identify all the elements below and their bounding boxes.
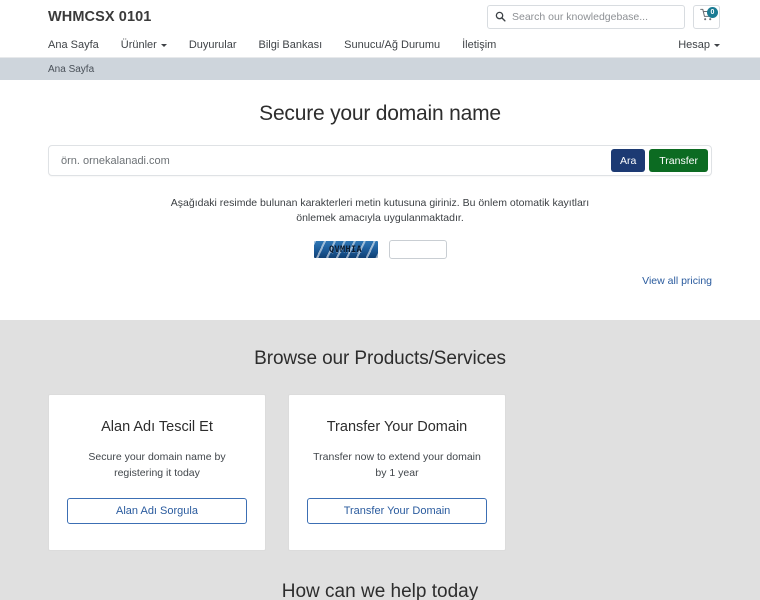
captcha-row: QVMHIA — [48, 240, 712, 259]
product-cards-container: Alan Adı Tescil Et Secure your domain na… — [48, 394, 712, 551]
nav-item-urunler[interactable]: Ürünler — [121, 39, 178, 51]
captcha-image: QVMHIA — [313, 241, 378, 258]
top-header: WHMCSX 0101 0 — [0, 0, 760, 33]
knowledgebase-search-box[interactable] — [487, 4, 685, 29]
transfer-your-domain-button[interactable]: Transfer Your Domain — [307, 498, 487, 524]
nav-item-label: Sunucu/Ağ Durumu — [344, 39, 441, 51]
product-card-title: Transfer Your Domain — [326, 419, 468, 435]
domain-transfer-button[interactable]: Transfer — [649, 149, 708, 172]
nav-item-label: Bilgi Bankası — [258, 39, 323, 51]
site-brand-logo[interactable]: WHMCSX 0101 — [48, 9, 151, 25]
shopping-cart-button[interactable]: 0 — [693, 4, 720, 29]
search-icon — [495, 11, 506, 22]
nav-item-sunucu-ag-durumu[interactable]: Sunucu/Ağ Durumu — [344, 39, 451, 51]
breadcrumb-item-ana-sayfa[interactable]: Ana Sayfa — [48, 64, 94, 75]
nav-right-group: Hesap — [678, 39, 720, 51]
domain-search-box: Ara Transfer — [48, 145, 712, 176]
captcha-input[interactable] — [388, 240, 447, 259]
pricing-link-row: View all pricing — [48, 275, 712, 287]
products-and-help-section: Browse our Products/Services Alan Adı Te… — [0, 320, 760, 600]
help-section-title: How can we help today — [281, 581, 479, 600]
nav-item-duyurular[interactable]: Duyurular — [189, 39, 248, 51]
nav-item-label: Hesap — [678, 39, 710, 51]
captcha-instructions: Aşağıdaki resimde bulunan karakterleri m… — [170, 197, 590, 224]
breadcrumb: Ana Sayfa — [0, 58, 760, 80]
nav-item-label: Duyurular — [188, 39, 237, 51]
nav-item-hesap[interactable]: Hesap — [678, 39, 720, 51]
main-navigation-bar: Ana Sayfa Ürünler Duyurular Bilgi Bankas… — [0, 33, 760, 58]
product-card-domain-transfer[interactable]: Transfer Your Domain Transfer now to ext… — [288, 394, 506, 551]
hero-title: Secure your domain name — [259, 102, 501, 125]
nav-item-ana-sayfa[interactable]: Ana Sayfa — [48, 39, 110, 51]
cart-item-count-badge: 0 — [707, 6, 718, 18]
domain-name-input[interactable] — [49, 146, 611, 175]
nav-item-bilgi-bankasi[interactable]: Bilgi Bankası — [259, 39, 334, 51]
domain-search-hero: Secure your domain name Ara Transfer Aşa… — [0, 80, 760, 320]
product-card-title: Alan Adı Tescil Et — [101, 419, 213, 435]
nav-items-list: Ana Sayfa Ürünler Duyurular Bilgi Bankas… — [48, 39, 518, 51]
product-card-description: Secure your domain name by registering i… — [88, 451, 226, 479]
view-all-pricing-link[interactable]: View all pricing — [642, 275, 712, 287]
nav-item-label: Ürünler — [120, 39, 157, 51]
chevron-down-icon — [160, 44, 167, 47]
product-card-domain-register[interactable]: Alan Adı Tescil Et Secure your domain na… — [48, 394, 266, 551]
header-right-group: 0 — [487, 4, 720, 29]
product-card-description: Transfer now to extend your domain by 1 … — [313, 451, 481, 479]
chevron-down-icon — [714, 44, 720, 47]
products-section-title: Browse our Products/Services — [254, 348, 506, 369]
alan-adi-sorgula-button[interactable]: Alan Adı Sorgula — [67, 498, 247, 524]
nav-item-label: İletişim — [462, 39, 497, 51]
domain-search-button[interactable]: Ara — [610, 149, 646, 172]
nav-item-label: Ana Sayfa — [48, 39, 99, 51]
nav-item-iletisim[interactable]: İletişim — [462, 39, 507, 51]
search-input[interactable] — [512, 10, 677, 23]
